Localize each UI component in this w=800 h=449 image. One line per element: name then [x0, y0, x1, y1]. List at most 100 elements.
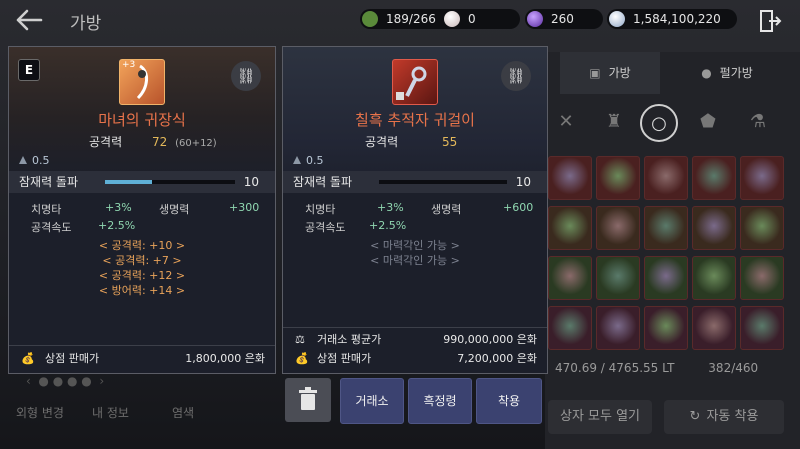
inventory-slot[interactable] — [596, 256, 640, 300]
inventory-slot[interactable] — [692, 206, 736, 250]
inventory-slot[interactable] — [644, 206, 688, 250]
weight-value: 0.5 — [306, 154, 324, 167]
currency-value: 0 — [468, 12, 476, 26]
tab-bag[interactable]: ▣ 가방 — [560, 52, 660, 94]
tab-my-info[interactable]: 내 정보 — [92, 404, 129, 421]
pearl-bag-icon: ● — [701, 66, 712, 80]
tab-dye[interactable]: 염색 — [172, 404, 194, 421]
category-armor-icon[interactable]: ♜ — [596, 104, 632, 140]
weight-icon — [293, 156, 301, 164]
inventory-slot[interactable] — [644, 306, 688, 350]
button-label: 거래소 — [355, 394, 389, 408]
weight-readout: 470.69 / 4765.55 LT 382/460 — [555, 361, 758, 375]
discard-button[interactable] — [285, 378, 331, 422]
inventory-slot[interactable] — [692, 156, 736, 200]
inventory-slot[interactable] — [596, 156, 640, 200]
divider — [9, 345, 275, 346]
inventory-slot[interactable] — [548, 156, 592, 200]
shop-price-label: 상점 판매가 — [45, 352, 100, 365]
auto-equip-button[interactable]: ↻ 자동 착용 — [664, 400, 784, 434]
potential-label: 잠재력 돌파 — [293, 175, 353, 189]
inventory-slot[interactable] — [740, 206, 784, 250]
weight-value: 470.69 / 4765.55 LT — [555, 361, 675, 375]
potential-bar — [105, 180, 235, 184]
engrave-line: < 공격력: +12 > — [98, 269, 186, 282]
bag-icon: ▣ — [589, 66, 601, 80]
stat-crit-value: +3% — [105, 201, 132, 214]
stat-atkspeed-label: 공격속도 — [31, 221, 72, 234]
potential-row: 잠재력 돌파 10 — [283, 171, 547, 193]
trash-icon — [299, 387, 317, 410]
engrave-slot: < 마력각인 가능 > — [370, 239, 460, 252]
category-accessory-icon[interactable]: ○ — [640, 104, 678, 142]
inventory-slot[interactable] — [692, 256, 736, 300]
open-all-boxes-button[interactable]: 상자 모두 열기 — [548, 400, 652, 434]
currency-pearl: 0 — [442, 9, 520, 29]
inventory-slot[interactable] — [548, 306, 592, 350]
trade-button[interactable]: 거래소 — [340, 378, 404, 424]
money-bag-icon: 💰 — [295, 352, 309, 365]
stat-label: 공격력 — [365, 135, 399, 149]
green-gem-icon — [362, 11, 378, 27]
button-label: 자동 착용 — [706, 409, 759, 424]
inventory-slot[interactable] — [644, 256, 688, 300]
shop-price-row: 💰 상점 판매가 1,800,000 은화 — [9, 348, 275, 370]
engrave-line: < 방어력: +14 > — [98, 284, 186, 297]
slot-count: 382/460 — [708, 361, 759, 375]
engrave-line: < 공격력: +10 > — [98, 239, 186, 252]
category-material-icon[interactable]: ⬟ — [690, 104, 726, 140]
inventory-slot[interactable] — [644, 156, 688, 200]
main-stat: 공격력 72 (60+12) — [89, 133, 217, 150]
tab-label: 가방 — [608, 66, 631, 80]
refine-button[interactable]: 흑정령 — [408, 378, 472, 424]
carousel-dots: ‹ ● ● ● ● › — [26, 374, 105, 388]
compare-item-card: ⛓ 칠흑 추적자 귀걸이 공격력 55 0.5 잠재력 돌파 10 치명타 +3… — [282, 46, 548, 374]
stat-label: 공격력 — [89, 135, 123, 149]
tab-pearl-bag[interactable]: ● 펄가방 — [662, 52, 792, 94]
inventory-slot[interactable] — [596, 206, 640, 250]
black-tracker-earring-icon — [392, 59, 438, 105]
weight-icon — [19, 156, 27, 164]
inventory-slot[interactable] — [548, 206, 592, 250]
inventory-slot[interactable] — [548, 256, 592, 300]
enhance-level: +3 — [122, 60, 136, 70]
inventory-slot[interactable] — [692, 306, 736, 350]
inventory-slot[interactable] — [740, 306, 784, 350]
shop-price-value: 7,200,000 은화 — [457, 352, 537, 365]
equip-button[interactable]: 착용 — [476, 378, 542, 424]
inventory-slot[interactable] — [596, 306, 640, 350]
weight-row: 0.5 — [19, 154, 50, 167]
potential-value: 10 — [515, 175, 531, 189]
link-icon[interactable]: ⛓ — [501, 61, 531, 91]
money-bag-icon: 💰 — [21, 352, 35, 365]
witch-earring-icon: +3 — [119, 59, 165, 105]
category-weapon-icon[interactable]: ✕ — [548, 104, 584, 140]
shop-price-row: 💰 상점 판매가 7,200,000 은화 — [283, 348, 547, 370]
button-label: 상자 모두 열기 — [559, 409, 641, 424]
potential-bar-fill — [105, 180, 152, 184]
engrave-line: < 공격력: +7 > — [102, 254, 182, 267]
stat-value: 55 — [441, 135, 458, 149]
potential-label: 잠재력 돌파 — [19, 175, 79, 189]
currency-purple: 260 — [525, 9, 603, 29]
stat-hp-value: +300 — [229, 201, 260, 214]
refresh-icon: ↻ — [689, 409, 701, 424]
stat-atkspeed-value: +2.5% — [369, 219, 407, 232]
silver-coin-icon — [609, 11, 625, 27]
tab-appearance[interactable]: 외형 변경 — [16, 404, 64, 421]
currency-value: 1,584,100,220 — [633, 12, 721, 26]
potential-value: 10 — [243, 175, 259, 189]
stat-crit-label: 치명타 — [305, 203, 336, 216]
exit-door-icon[interactable] — [758, 9, 782, 33]
link-icon[interactable]: ⛓ — [231, 61, 261, 91]
category-potion-icon[interactable]: ⚗ — [740, 104, 776, 140]
purple-crystal-icon — [527, 11, 543, 27]
inventory-slot[interactable] — [740, 256, 784, 300]
stat-hp-value: +600 — [503, 201, 534, 214]
stat-atkspeed-label: 공격속도 — [305, 221, 346, 234]
back-arrow-icon[interactable] — [14, 8, 44, 32]
equipped-badge: E — [18, 59, 40, 81]
stat-crit-label: 치명타 — [31, 203, 62, 216]
stat-atkspeed-value: +2.5% — [98, 219, 136, 232]
inventory-slot[interactable] — [740, 156, 784, 200]
